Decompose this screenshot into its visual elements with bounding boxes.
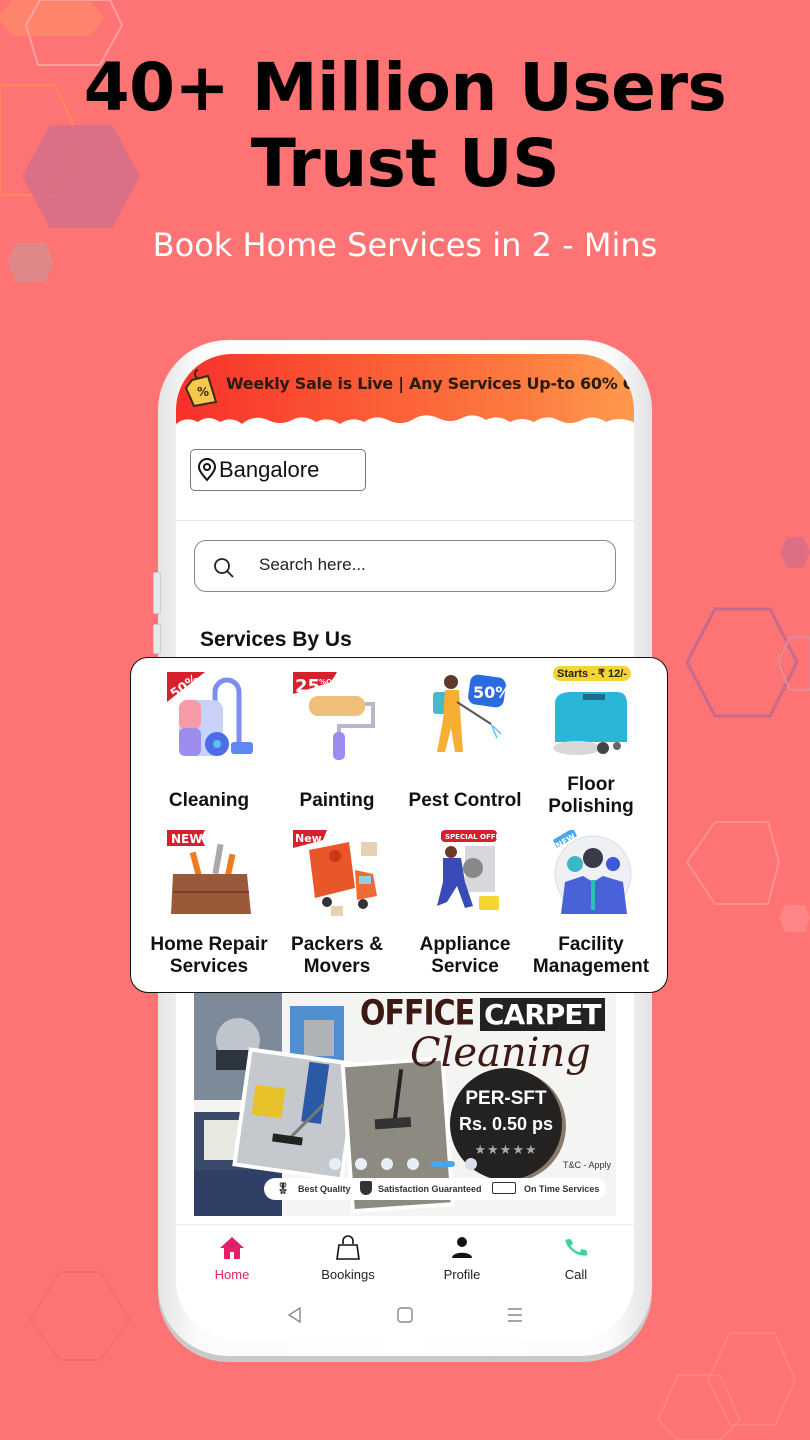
nav-home-label: Home: [214, 1267, 250, 1282]
back-icon[interactable]: [286, 1306, 304, 1324]
search-input[interactable]: Search here...: [194, 540, 616, 592]
service-label: Home Repair: [150, 934, 268, 955]
location-selector[interactable]: Bangalore: [190, 449, 366, 491]
price-line-2: Rs. 0.50 ps: [458, 1114, 554, 1134]
nav-profile-label: Profile: [443, 1267, 481, 1282]
carousel-dot[interactable]: [355, 1158, 367, 1170]
pest-sprayer-icon: 50%: [433, 674, 511, 752]
recents-menu-icon[interactable]: [506, 1306, 524, 1324]
nav-call[interactable]: Call: [526, 1235, 626, 1282]
sale-tag-icon: %: [184, 369, 218, 408]
svg-text:New: New: [295, 832, 322, 845]
svg-text:%: %: [197, 385, 209, 399]
washing-machine-icon: SPECIAL OFFER: [437, 830, 506, 910]
search-icon: [214, 558, 234, 578]
service-label: Appliance: [419, 934, 511, 955]
search-placeholder: Search here...: [259, 555, 366, 574]
shield-check-icon: [360, 1181, 372, 1195]
carousel-dot[interactable]: [407, 1158, 419, 1170]
nav-bookings[interactable]: Bookings: [298, 1235, 398, 1282]
service-label-line-2: Movers: [303, 956, 371, 977]
headline-subtitle: Book Home Services in 2 - Mins: [152, 226, 658, 264]
carousel-dot[interactable]: [465, 1158, 477, 1170]
sale-banner-text: Weekly Sale is Live | Any Services Up-to…: [226, 374, 634, 393]
service-packers-movers[interactable]: New Packers & Movers: [273, 830, 401, 980]
home-square-icon[interactable]: [396, 1306, 414, 1324]
phone-side-button: [153, 624, 161, 654]
location-pin-icon: [197, 458, 217, 482]
carousel-dot[interactable]: [381, 1158, 393, 1170]
promo-banner[interactable]: OFFICE CARPET Cleaning PER-SFT Rs. 0.50 …: [194, 990, 616, 1216]
service-label: Cleaning: [168, 790, 250, 811]
sale-banner[interactable]: % Weekly Sale is Live | Any Services Up-…: [176, 354, 634, 436]
location-text: Bangalore: [219, 457, 320, 482]
services-grid: 50% Cleaning 25 %OFF Painting 50% Pest C…: [130, 657, 668, 993]
service-label: Painting: [299, 790, 375, 811]
feature-on-time: On Time Services: [524, 1184, 600, 1194]
price-stars: ★★★★★: [474, 1142, 538, 1157]
carousel-dot[interactable]: [329, 1158, 341, 1170]
phone-side-button: [153, 572, 161, 614]
floor-scrubber-icon: [553, 692, 627, 755]
feature-best-quality: Best Quality: [298, 1184, 351, 1194]
service-label: Facility: [558, 934, 624, 955]
price-start-badge: Starts - ₹ 12/-: [553, 666, 631, 681]
nav-call-label: Call: [564, 1267, 588, 1282]
moving-truck-icon: New: [293, 830, 377, 916]
svg-text:SPECIAL OFFER: SPECIAL OFFER: [445, 833, 506, 841]
service-label: Packers &: [291, 934, 383, 955]
shopping-bag-icon: [336, 1235, 360, 1260]
service-facility-management[interactable]: NEW Facility Management: [527, 830, 655, 980]
nav-profile[interactable]: Profile: [412, 1235, 512, 1282]
home-icon: [220, 1237, 244, 1259]
header-divider: [176, 520, 634, 521]
service-cleaning[interactable]: 50% Cleaning: [145, 672, 273, 822]
service-pest-control[interactable]: 50% Pest Control: [401, 672, 529, 822]
headline-line-2: Trust US: [250, 125, 560, 202]
award-icon: 🎖: [276, 1183, 290, 1195]
feature-satisfaction: Satisfaction Guaranteed: [378, 1184, 482, 1194]
service-painting[interactable]: 25 %OFF Painting: [273, 672, 401, 822]
vacuum-cleaner-icon: 50%: [167, 672, 253, 756]
person-icon: [452, 1237, 472, 1258]
price-line-1: PER-SFT: [465, 1088, 547, 1109]
svg-text:50%: 50%: [473, 683, 511, 702]
phone-call-icon: [565, 1238, 588, 1256]
service-label-line-2: Services: [169, 956, 249, 977]
svg-text:25: 25: [295, 676, 320, 697]
staff-team-icon: NEW: [553, 830, 632, 914]
bottom-nav: Home Bookings Profile Call: [176, 1224, 634, 1295]
paint-roller-icon: 25 %OFF: [293, 672, 375, 760]
service-home-repair[interactable]: NEW Home Repair Services: [145, 830, 273, 980]
carousel-dot-active[interactable]: [431, 1161, 455, 1167]
service-label: Floor: [567, 774, 615, 795]
cloud-border-decoration: [176, 415, 634, 436]
nav-home[interactable]: Home: [182, 1235, 282, 1282]
system-nav-bar: [176, 1294, 634, 1334]
nav-bookings-label: Bookings: [321, 1267, 375, 1282]
service-appliance[interactable]: SPECIAL OFFER Appliance Service: [401, 830, 529, 980]
service-label-line-2: Management: [532, 956, 650, 977]
service-floor-polishing[interactable]: Starts - ₹ 12/- Floor Polishing: [527, 666, 655, 822]
section-title: Services By Us: [200, 628, 352, 651]
service-label: Pest Control: [408, 790, 522, 811]
svg-text:NEW: NEW: [171, 832, 202, 846]
terms-text: T&C - Apply: [563, 1160, 612, 1170]
truck-icon: [492, 1182, 516, 1194]
toolbox-icon: NEW: [167, 830, 251, 914]
svg-text:%OFF: %OFF: [319, 678, 342, 686]
headline-line-1: 40+ Million Users: [83, 49, 727, 126]
promo-title-carpet: CARPET: [480, 998, 605, 1031]
feature-strip: 🎖 Best Quality Satisfaction Guaranteed O…: [264, 1178, 606, 1200]
promo-title-office: OFFICE: [360, 993, 475, 1034]
service-label-line-2: Service: [431, 956, 499, 977]
service-label-line-2: Polishing: [548, 796, 634, 817]
